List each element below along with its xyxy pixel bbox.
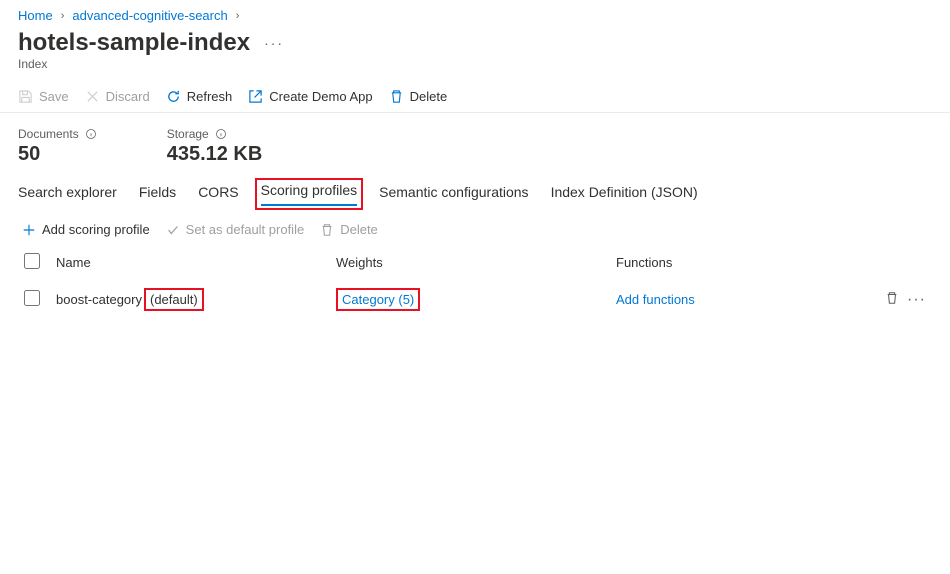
create-demo-label: Create Demo App (269, 89, 372, 104)
row-name[interactable]: boost-category (default) (56, 288, 336, 311)
storage-stat: Storage 435.12 KB (167, 127, 263, 166)
documents-label: Documents (18, 127, 79, 141)
table-header: Name Weights Functions (18, 245, 932, 280)
chevron-right-icon: › (236, 10, 240, 22)
refresh-icon (166, 89, 181, 104)
documents-stat: Documents 50 (18, 127, 97, 166)
trash-icon[interactable] (885, 291, 899, 305)
plus-icon (22, 223, 36, 237)
save-button[interactable]: Save (18, 89, 69, 104)
row-weights: Category (5) (336, 288, 616, 311)
chevron-right-icon: › (61, 10, 65, 22)
add-functions-link[interactable]: Add functions (616, 292, 695, 307)
trash-icon (320, 223, 334, 237)
highlight-box-default: (default) (144, 288, 204, 311)
highlight-box-weights: Category (5) (336, 288, 420, 311)
info-icon[interactable] (215, 128, 227, 140)
row-checkbox[interactable] (24, 290, 40, 306)
breadcrumb-service[interactable]: advanced-cognitive-search (72, 8, 227, 23)
tab-fields[interactable]: Fields (139, 184, 176, 208)
default-badge: (default) (150, 292, 198, 307)
table-row: boost-category (default) Category (5) Ad… (18, 280, 932, 319)
check-icon (166, 223, 180, 237)
tab-cors[interactable]: CORS (198, 184, 238, 208)
command-bar: Save Discard Refresh Create Demo App Del… (0, 81, 950, 113)
tab-list: Search explorer Fields CORS Scoring prof… (0, 172, 950, 208)
trash-icon (389, 89, 404, 104)
delete-label: Delete (410, 89, 448, 104)
refresh-button[interactable]: Refresh (166, 89, 233, 104)
discard-label: Discard (106, 89, 150, 104)
weights-link[interactable]: Category (5) (342, 292, 414, 307)
profile-name-text: boost-category (56, 292, 142, 307)
tab-semantic[interactable]: Semantic configurations (379, 184, 528, 208)
breadcrumb-home[interactable]: Home (18, 8, 53, 23)
header-functions[interactable]: Functions (616, 255, 876, 270)
header-name[interactable]: Name (56, 255, 336, 270)
header-weights[interactable]: Weights (336, 255, 616, 270)
add-scoring-profile-button[interactable]: Add scoring profile (22, 222, 150, 237)
documents-value: 50 (18, 143, 97, 166)
storage-label: Storage (167, 127, 209, 141)
profiles-table: Name Weights Functions boost-category (d… (0, 245, 950, 319)
highlight-box-tab: Scoring profiles (255, 178, 364, 210)
set-default-button[interactable]: Set as default profile (166, 222, 305, 237)
refresh-label: Refresh (187, 89, 233, 104)
more-icon[interactable]: ··· (907, 291, 926, 309)
add-scoring-label: Add scoring profile (42, 222, 150, 237)
delete-profile-label: Delete (340, 222, 378, 237)
tab-index-definition[interactable]: Index Definition (JSON) (551, 184, 698, 208)
storage-value: 435.12 KB (167, 143, 263, 166)
page-subtitle: Index (0, 57, 950, 81)
tab-search-explorer[interactable]: Search explorer (18, 184, 117, 208)
stats-row: Documents 50 Storage 435.12 KB (0, 113, 950, 172)
external-link-icon (248, 89, 263, 104)
page-title: hotels-sample-index (18, 29, 250, 57)
info-icon[interactable] (85, 128, 97, 140)
select-all-checkbox[interactable] (24, 253, 40, 269)
scoring-toolbar: Add scoring profile Set as default profi… (0, 208, 950, 245)
row-functions: Add functions (616, 292, 876, 307)
save-icon (18, 89, 33, 104)
close-icon (85, 89, 100, 104)
discard-button[interactable]: Discard (85, 89, 150, 104)
delete-button[interactable]: Delete (389, 89, 448, 104)
more-icon[interactable]: ··· (264, 35, 284, 51)
set-default-label: Set as default profile (186, 222, 305, 237)
save-label: Save (39, 89, 69, 104)
delete-profile-button[interactable]: Delete (320, 222, 378, 237)
breadcrumb: Home › advanced-cognitive-search › (0, 0, 950, 27)
tab-scoring-profiles[interactable]: Scoring profiles (261, 182, 358, 206)
create-demo-button[interactable]: Create Demo App (248, 89, 372, 104)
page-header: hotels-sample-index ··· (0, 27, 950, 57)
